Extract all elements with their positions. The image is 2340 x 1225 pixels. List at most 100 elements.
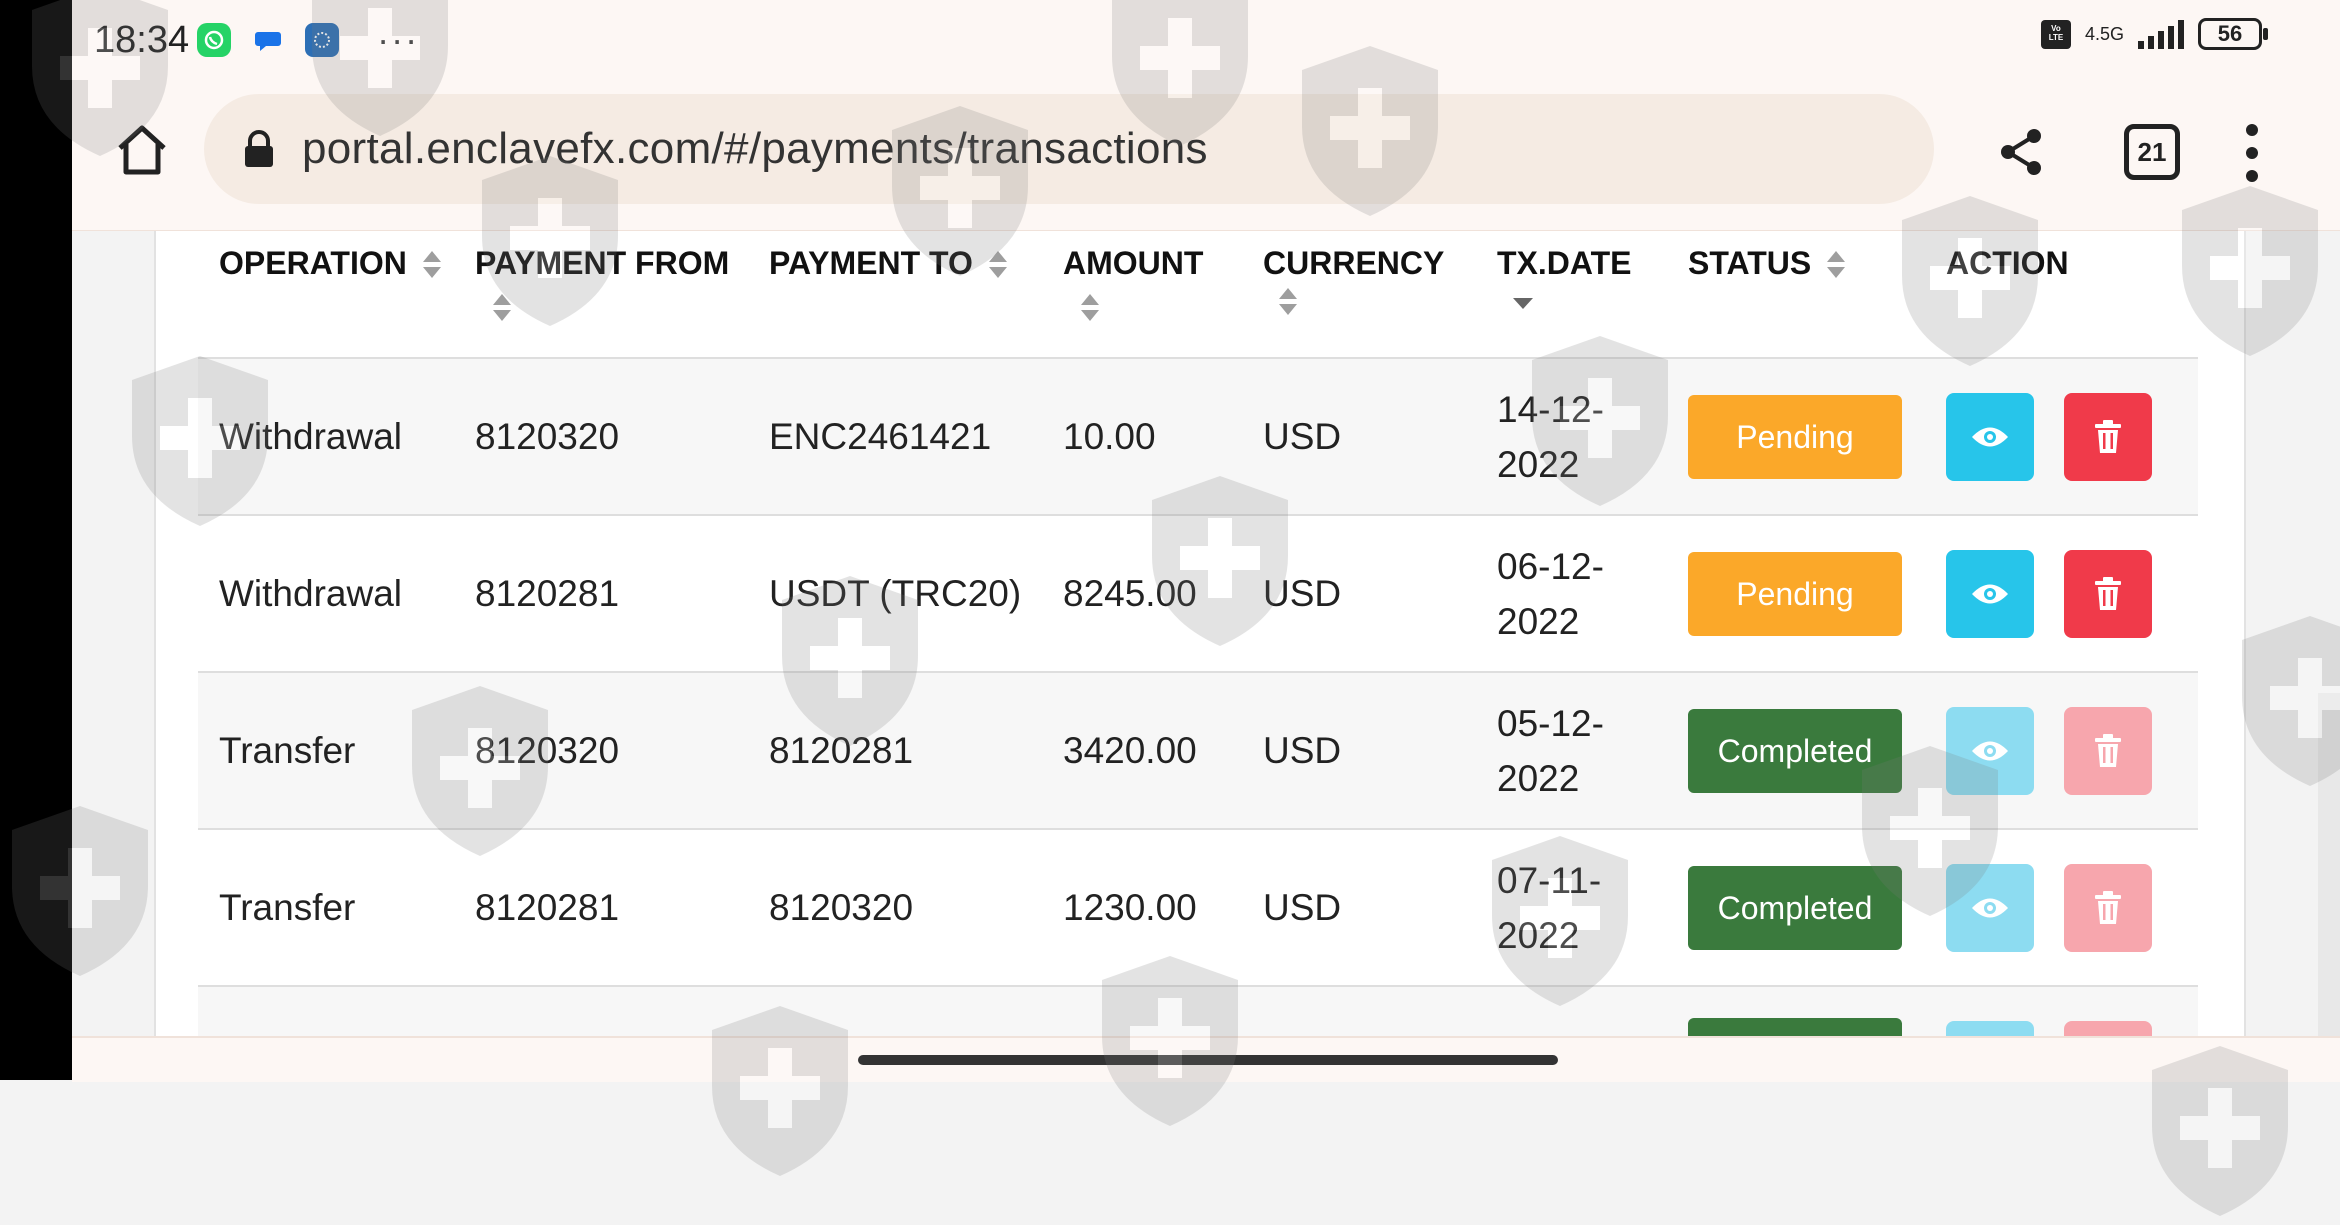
cell-currency: USD: [1242, 829, 1476, 987]
row-actions: [1946, 392, 2198, 481]
cell-currency: USD: [1242, 515, 1476, 673]
date-line-1: 07-11-: [1497, 859, 1602, 901]
col-currency[interactable]: CURRENCY: [1242, 231, 1476, 359]
cell-operation: [198, 986, 454, 1036]
share-icon: [2001, 129, 2041, 175]
date-line-1: 14-12-: [1497, 388, 1604, 430]
view-button[interactable]: [1946, 863, 2034, 952]
col-status-label: STATUS: [1688, 245, 1812, 281]
cell-currency: USD: [1242, 672, 1476, 830]
col-amount[interactable]: AMOUNT: [1042, 231, 1242, 359]
app-notification-icon: [305, 23, 340, 57]
status-badge: Pending: [1688, 394, 1902, 479]
trash-icon: [2095, 576, 2121, 610]
cell-status: Pending: [1667, 515, 1925, 673]
overflow-menu-button[interactable]: [2242, 120, 2262, 186]
delete-button[interactable]: [2064, 392, 2152, 481]
date-line-2: 2022: [1497, 757, 1580, 799]
eye-icon: [1972, 584, 2008, 603]
col-payment-to-label: PAYMENT TO: [769, 245, 973, 281]
svg-text:LTE: LTE: [2049, 33, 2064, 42]
trash-icon: [2095, 890, 2121, 924]
browser-toolbar: portal.enclavefx.com/#/payments/transact…: [72, 80, 2340, 232]
cell-amount: [1042, 986, 1242, 1036]
cell-operation: Transfer: [198, 672, 454, 830]
table-row: Withdrawal 8120281 USDT (TRC20) 8245.00 …: [198, 515, 2198, 673]
sort-icon: [1279, 287, 1297, 318]
status-right: Vo LTE 4.5G 56: [2040, 18, 2268, 50]
cell-amount: 1230.00: [1042, 829, 1242, 987]
eye-icon: [1972, 898, 2008, 917]
col-tx-date[interactable]: TX.DATE: [1476, 231, 1667, 359]
date-line-2: 2022: [1497, 443, 1580, 485]
delete-button[interactable]: [2064, 863, 2152, 952]
volte-icon: Vo LTE: [2040, 19, 2071, 49]
sort-icon: [988, 250, 1007, 281]
cell-amount: 10.00: [1042, 358, 1242, 516]
cell-tx-date: 02-11-: [1476, 986, 1667, 1036]
share-button[interactable]: [1992, 122, 2052, 182]
view-button[interactable]: [1946, 549, 2034, 638]
delete-button[interactable]: [2064, 549, 2152, 638]
lock-icon: [245, 130, 273, 167]
status-badge: Completed: [1688, 865, 1902, 950]
notification-icons: ···: [197, 19, 419, 61]
status-badge: Completed: [1688, 708, 1902, 793]
cell-payment-to: 8120320: [748, 829, 1042, 987]
sort-icon: [1827, 250, 1846, 281]
home-icon: [118, 125, 166, 175]
col-currency-label: CURRENCY: [1263, 245, 1445, 281]
col-operation[interactable]: OPERATION: [198, 231, 454, 359]
whatsapp-icon: [197, 23, 232, 57]
col-payment-from[interactable]: PAYMENT FROM: [454, 231, 748, 359]
cell-amount: 3420.00: [1042, 672, 1242, 830]
cell-currency: USD: [1242, 358, 1476, 516]
view-button[interactable]: [1946, 1020, 2034, 1036]
sort-icon: [422, 250, 441, 281]
navigation-bar: [72, 1036, 2340, 1082]
url-text: portal.enclavefx.com/#/payments/transact…: [302, 124, 1208, 173]
home-button[interactable]: [112, 120, 172, 180]
col-tx-date-label: TX.DATE: [1497, 245, 1632, 281]
view-button[interactable]: [1946, 706, 2034, 795]
cell-status: Completed: [1667, 829, 1925, 987]
date-line-1: 06-12-: [1497, 545, 1604, 587]
gesture-handle[interactable]: [858, 1055, 1558, 1065]
messages-icon: [251, 23, 285, 57]
network-type: 4.5G: [2084, 24, 2124, 44]
cell-operation: Transfer: [198, 829, 454, 987]
col-payment-to[interactable]: PAYMENT TO: [748, 231, 1042, 359]
col-action-label: ACTION: [1946, 245, 2069, 281]
table-row: Transfer 8120281 8120320 1230.00 USD 07-…: [198, 829, 2198, 987]
row-actions: [1946, 863, 2198, 952]
col-action: ACTION: [1925, 231, 2198, 359]
trash-icon: [2095, 419, 2121, 453]
svg-text:Vo: Vo: [2051, 24, 2061, 33]
col-status[interactable]: STATUS: [1667, 231, 1925, 359]
trash-icon: [2095, 733, 2121, 767]
transactions-table: OPERATION PAYMENT FROM PAYMENT TO AMOUNT…: [198, 231, 2198, 1036]
cell-operation: Withdrawal: [198, 515, 454, 673]
cell-status: Completed: [1667, 672, 1925, 830]
cell-action: [1925, 515, 2198, 673]
transactions-panel: OPERATION PAYMENT FROM PAYMENT TO AMOUNT…: [154, 231, 2246, 1036]
row-actions: [1946, 549, 2198, 638]
delete-button[interactable]: [2064, 706, 2152, 795]
status-badge: Pending: [1688, 551, 1902, 636]
cell-payment-from: [454, 986, 748, 1036]
cell-tx-date: 14-12- 2022: [1476, 358, 1667, 516]
cell-tx-date: 05-12- 2022: [1476, 672, 1667, 830]
date-line-2: 2022: [1497, 600, 1580, 642]
more-vert-icon: [2246, 124, 2258, 182]
delete-button[interactable]: [2064, 1020, 2152, 1036]
address-bar[interactable]: portal.enclavefx.com/#/payments/transact…: [204, 94, 1934, 204]
scrollbar[interactable]: [2318, 693, 2340, 1036]
cell-tx-date: 07-11- 2022: [1476, 829, 1667, 987]
eye-icon: [1972, 427, 2008, 446]
battery-icon: 56: [2198, 18, 2268, 50]
cell-payment-from: 8120320: [454, 672, 748, 830]
tab-switcher-button[interactable]: 21: [2124, 124, 2180, 180]
cell-action: [1925, 358, 2198, 516]
view-button[interactable]: [1946, 392, 2034, 481]
col-operation-label: OPERATION: [219, 245, 407, 281]
